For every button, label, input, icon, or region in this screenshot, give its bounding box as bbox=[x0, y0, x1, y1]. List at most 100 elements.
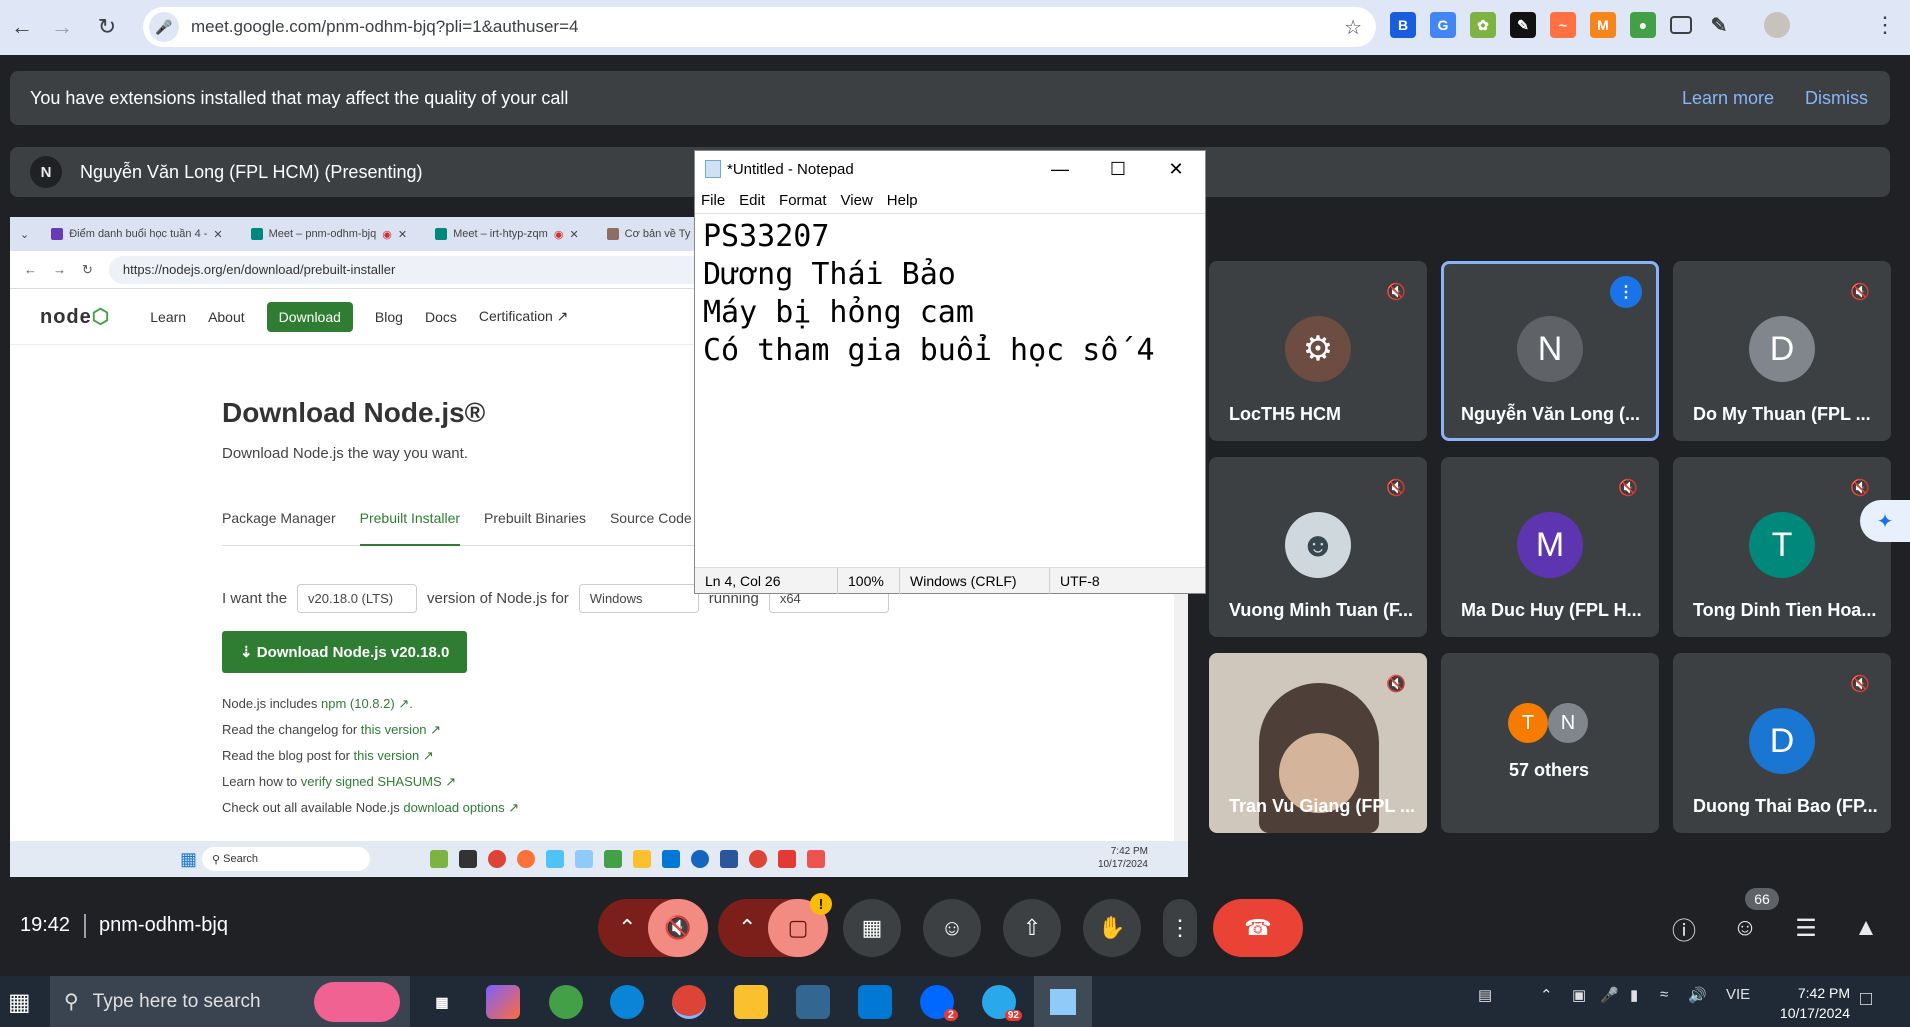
file-explorer-icon[interactable] bbox=[734, 985, 768, 1019]
plant-extension-icon[interactable]: ● bbox=[1630, 12, 1656, 38]
back-icon[interactable]: ← bbox=[0, 5, 44, 49]
participant-name: Vuong Minh Tuan (F... bbox=[1229, 600, 1413, 620]
bookmark-star-icon[interactable]: ☆ bbox=[1344, 15, 1362, 40]
battery-icon[interactable]: ▮ bbox=[1630, 986, 1638, 1004]
zoom-level: 100% bbox=[838, 567, 900, 594]
others-tile[interactable]: T N 57 others bbox=[1441, 653, 1659, 833]
microphone-icon[interactable]: 🎤 bbox=[149, 12, 179, 42]
picture-in-picture-icon[interactable] bbox=[1670, 16, 1692, 34]
taskbar-search-placeholder: Type here to search bbox=[92, 990, 261, 1012]
participant-tile[interactable]: ☻ 🔇 Vuong Minh Tuan (F... bbox=[1209, 457, 1427, 637]
edge-icon[interactable] bbox=[610, 985, 644, 1019]
task-view-icon[interactable]: ▦ bbox=[425, 985, 459, 1019]
presenter-avatar: N bbox=[30, 156, 62, 188]
taskbar-clock[interactable]: 7:42 PM 10/17/2024 bbox=[1780, 983, 1850, 1023]
vscode-icon bbox=[662, 850, 680, 868]
participant-name: LocTH5 HCM bbox=[1229, 404, 1341, 424]
address-bar[interactable]: 🎤 meet.google.com/pnm-odhm-bjq?pli=1&aut… bbox=[143, 7, 1376, 47]
url-text[interactable]: meet.google.com/pnm-odhm-bjq?pli=1&authu… bbox=[191, 17, 578, 37]
news-widget-icon[interactable]: ▤ bbox=[1478, 986, 1492, 1004]
warning-icon: ! bbox=[810, 893, 832, 915]
participant-name: Do My Thuan (FPL ... bbox=[1693, 404, 1871, 424]
participant-tile[interactable]: ⚙ 🔇 LocTH5 HCM bbox=[1209, 261, 1427, 441]
notifications-icon[interactable]: □ bbox=[1860, 988, 1872, 1011]
meet-icon bbox=[435, 228, 448, 240]
postgresql-icon[interactable] bbox=[796, 985, 830, 1019]
telegram-badge: 92 bbox=[1004, 1010, 1022, 1021]
more-options-button[interactable]: ⋮ bbox=[1163, 899, 1197, 957]
pen-extension-icon[interactable]: ✎ bbox=[1510, 12, 1536, 38]
shared-tab: Meet – pnm-odhm-bjq ◉ ✕ bbox=[237, 220, 421, 248]
participant-tile[interactable]: 🔇 Tran Vu Giang (FPL ... bbox=[1209, 653, 1427, 833]
copilot-icon[interactable] bbox=[486, 985, 520, 1019]
leave-call-button[interactable]: ☎ bbox=[1213, 899, 1303, 957]
encoding: UTF-8 bbox=[1060, 572, 1100, 589]
tab-prebuilt-binaries: Prebuilt Binaries bbox=[484, 510, 586, 526]
taskbar-search[interactable]: ⚲ Type here to search bbox=[50, 976, 410, 1027]
present-button[interactable]: ⇧ bbox=[1003, 899, 1061, 957]
close-icon: ✕ bbox=[569, 228, 579, 241]
learn-more-link[interactable]: Learn more bbox=[1682, 88, 1774, 109]
version-select: v20.18.0 (LTS) bbox=[297, 584, 418, 613]
nav-about: About bbox=[208, 308, 245, 325]
divider bbox=[84, 914, 86, 938]
activities-icon[interactable]: ▲ bbox=[1850, 912, 1882, 944]
menu-view: View bbox=[840, 191, 873, 209]
forward-icon[interactable]: → bbox=[40, 5, 84, 49]
microphone-icon[interactable]: 🎤 bbox=[1600, 986, 1619, 1004]
profile-avatar[interactable] bbox=[1764, 12, 1790, 38]
captions-button[interactable]: ▦ bbox=[843, 899, 901, 957]
info-icon[interactable]: ⓘ bbox=[1668, 912, 1700, 945]
bitwarden-extension-icon[interactable]: B bbox=[1390, 12, 1416, 38]
back-icon: ← bbox=[24, 262, 37, 277]
participant-tile[interactable]: D 🔇 Duong Thai Bao (FP... bbox=[1673, 653, 1891, 833]
vscode-icon[interactable] bbox=[858, 985, 892, 1019]
banner-message: You have extensions installed that may a… bbox=[30, 87, 569, 108]
reactions-button[interactable]: ☺ bbox=[923, 899, 981, 957]
leaf-extension-icon[interactable]: ✿ bbox=[1470, 12, 1496, 38]
mic-off-icon: 🔇 bbox=[1386, 284, 1406, 301]
terminal-icon bbox=[459, 850, 477, 868]
sparkle-icon[interactable]: ✦ bbox=[1860, 500, 1910, 542]
participant-tile[interactable]: T 🔇 Tong Dinh Tien Hoa... bbox=[1673, 457, 1891, 637]
wifi-icon[interactable]: ≈ bbox=[1660, 986, 1668, 1003]
language-indicator[interactable]: VIE bbox=[1726, 986, 1750, 1003]
volume-icon[interactable]: 🔊 bbox=[1688, 986, 1707, 1004]
translate-extension-icon[interactable]: G bbox=[1430, 12, 1456, 38]
notepad-taskbar-icon[interactable] bbox=[1034, 976, 1092, 1027]
participant-tile[interactable]: N ⋮ Nguyễn Văn Long (... bbox=[1441, 261, 1659, 441]
extensions-puzzle-icon[interactable]: ✎ bbox=[1706, 12, 1732, 38]
reload-icon[interactable]: ↻ bbox=[85, 5, 129, 49]
nav-download: Download bbox=[266, 301, 353, 332]
avatar: D bbox=[1749, 708, 1815, 774]
mic-off-icon: 🔇 bbox=[1850, 284, 1870, 301]
raise-hand-button[interactable]: ✋ bbox=[1083, 899, 1141, 957]
forms-icon bbox=[51, 228, 64, 240]
chrome-icon[interactable] bbox=[672, 985, 706, 1019]
wave-extension-icon[interactable]: ~ bbox=[1550, 12, 1576, 38]
participant-tile[interactable]: D 🔇 Do My Thuan (FPL ... bbox=[1673, 261, 1891, 441]
app-icon[interactable] bbox=[549, 985, 583, 1019]
hand-icon: ✋ bbox=[1098, 915, 1126, 940]
shared-scrollbar bbox=[1174, 589, 1188, 841]
meet-tray-icon[interactable]: ▣ bbox=[1572, 986, 1586, 1004]
chrome-icon bbox=[488, 850, 506, 868]
people-icon[interactable]: ☺ bbox=[1729, 912, 1761, 944]
chat-icon[interactable]: ☰ bbox=[1790, 912, 1822, 944]
dismiss-button[interactable]: Dismiss bbox=[1805, 88, 1868, 109]
chevron-up-icon[interactable]: ⌃ bbox=[1540, 986, 1553, 1004]
telegram-icon[interactable]: 92 bbox=[982, 985, 1022, 1021]
form-label: version of Node.js for bbox=[427, 590, 569, 607]
avatar: T bbox=[1508, 703, 1548, 743]
participant-name: Nguyễn Văn Long (... bbox=[1461, 404, 1640, 424]
participant-tile[interactable]: M 🔇 Ma Duc Huy (FPL H... bbox=[1441, 457, 1659, 637]
people-count-badge: 66 bbox=[1745, 888, 1779, 910]
windows-start-icon[interactable]: ▦ bbox=[8, 988, 31, 1017]
firefox-icon bbox=[517, 850, 535, 868]
zalo-icon[interactable]: 2 bbox=[920, 985, 958, 1021]
metamask-extension-icon[interactable]: M bbox=[1590, 12, 1616, 38]
mic-toggle-button[interactable]: 🔇 bbox=[648, 899, 708, 957]
cursor-position: Ln 4, Col 26 bbox=[695, 567, 838, 594]
meeting-time: 19:42 bbox=[20, 914, 71, 936]
browser-menu-icon[interactable]: ⋮ bbox=[1874, 12, 1896, 38]
